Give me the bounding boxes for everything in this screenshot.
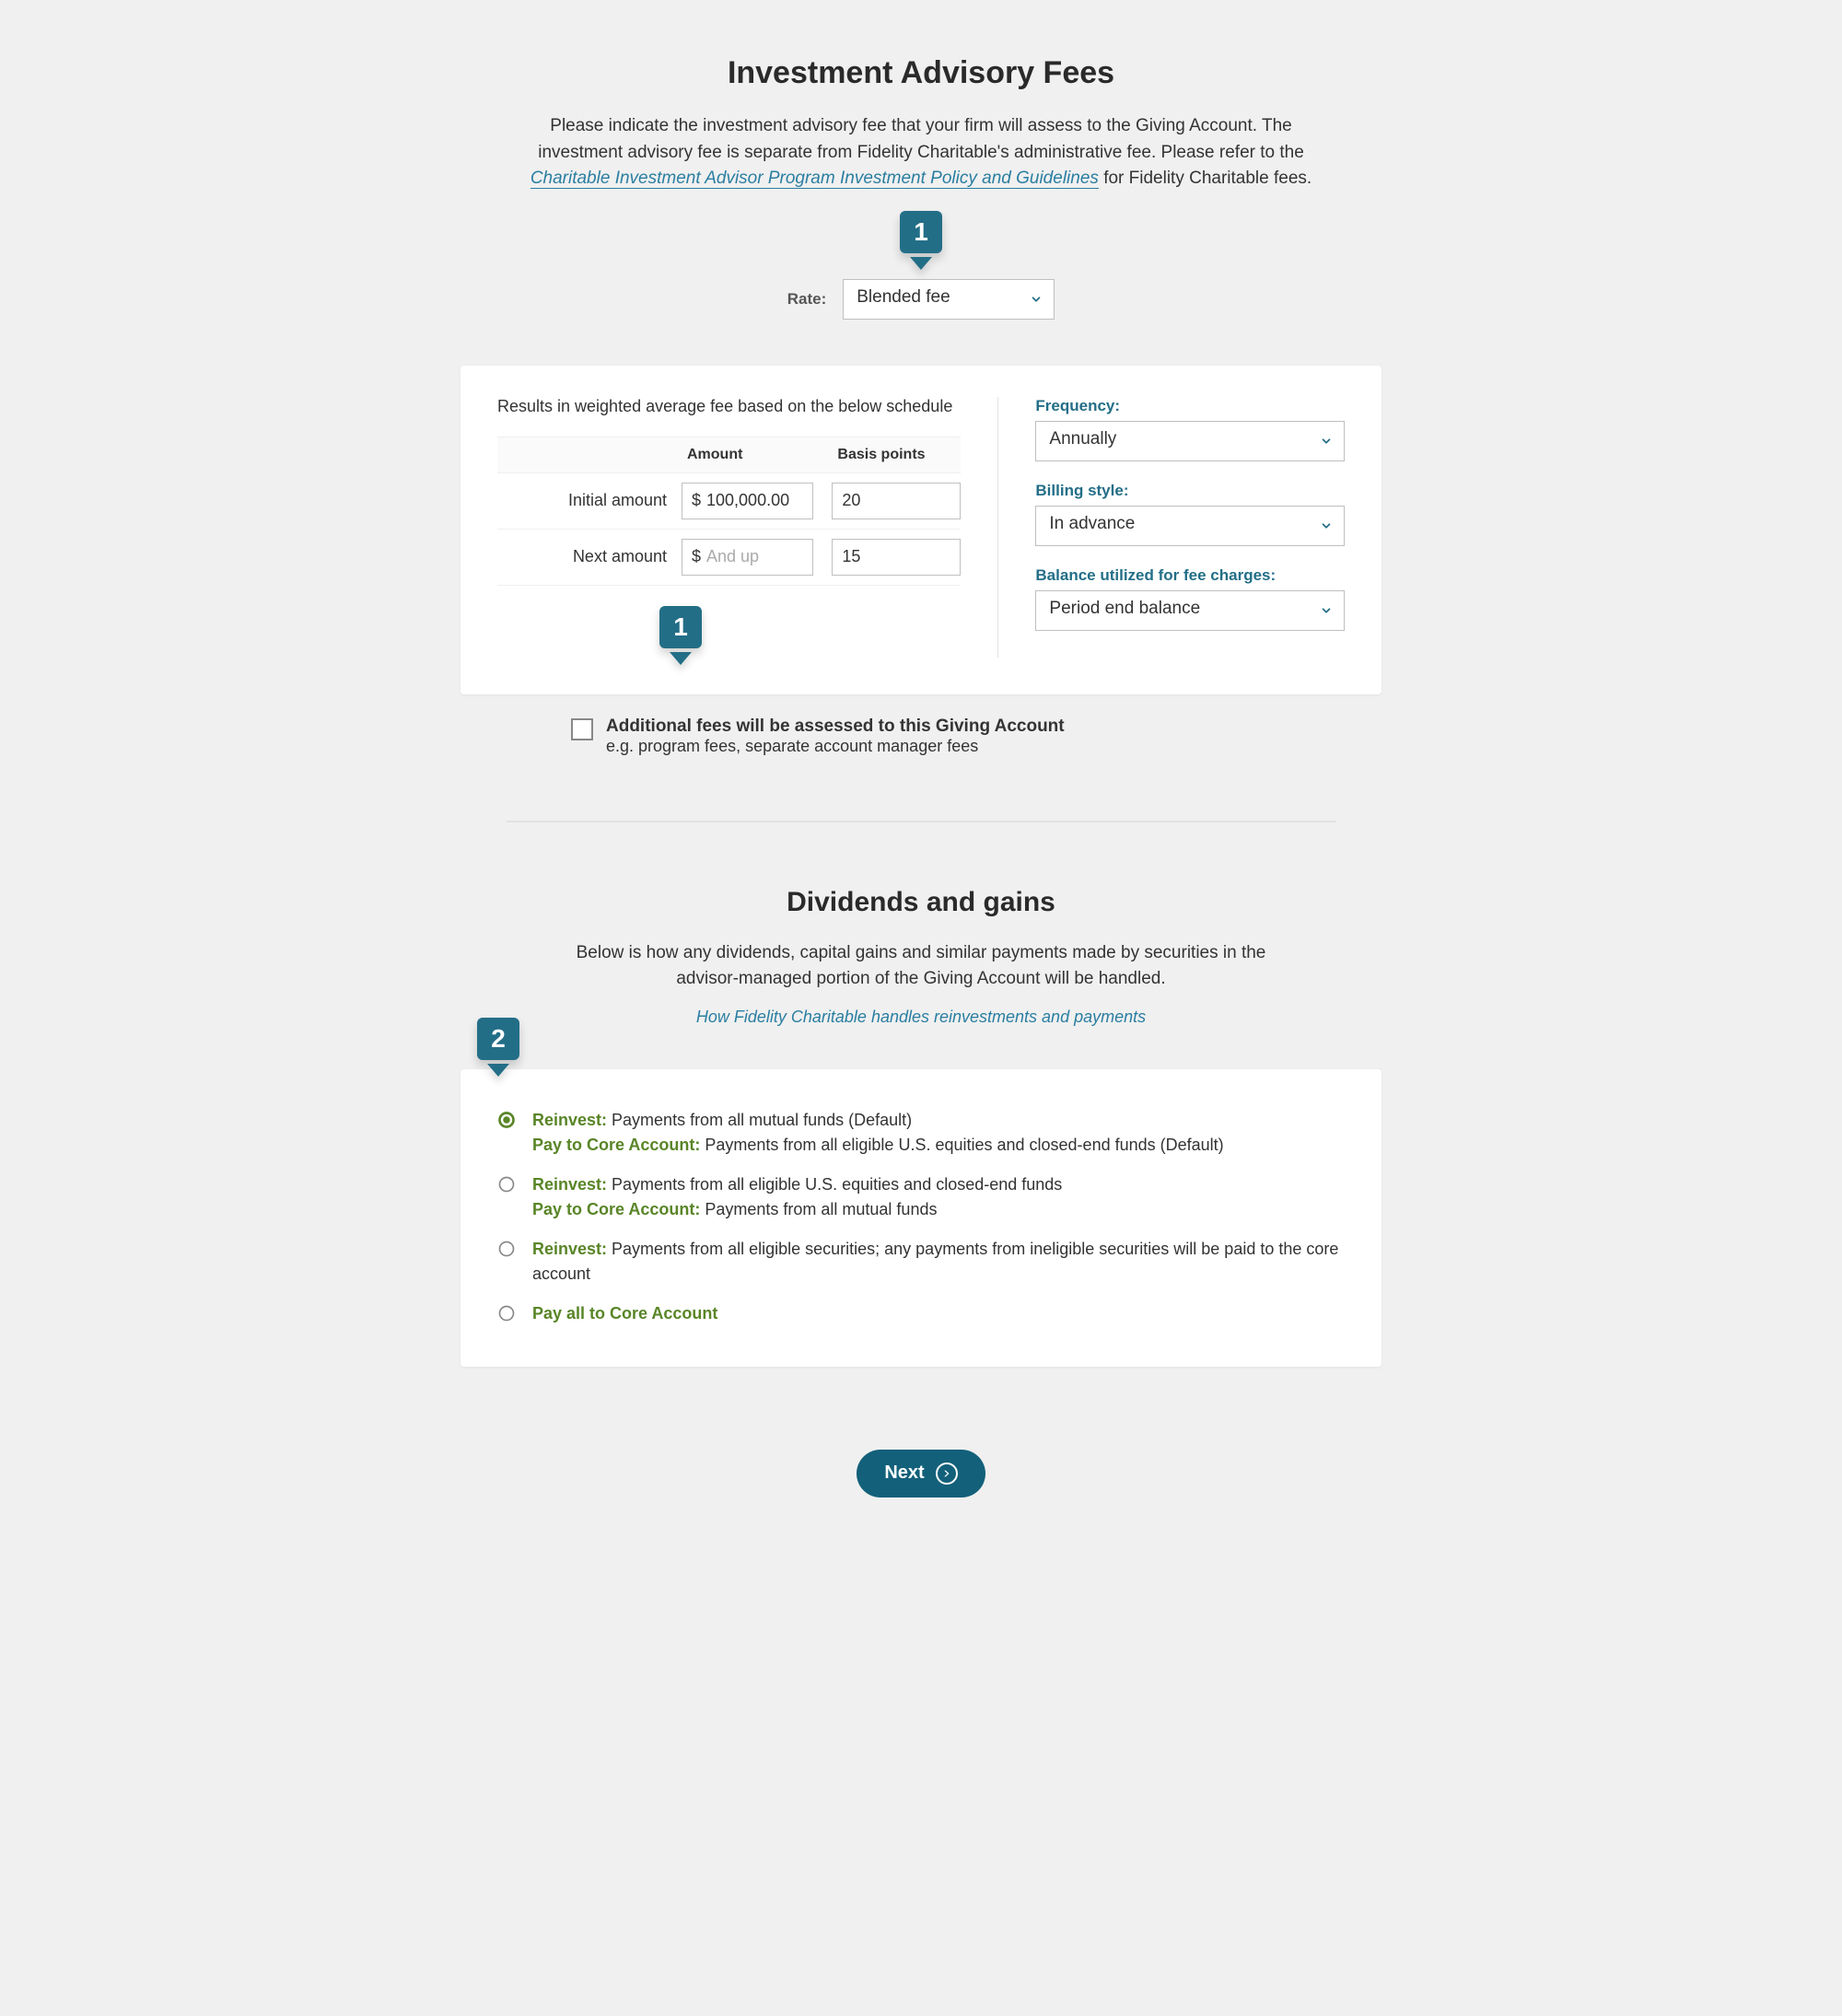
arrow-right-icon: [936, 1462, 958, 1485]
dollar-icon: $: [692, 491, 701, 510]
radio-button[interactable]: [497, 1304, 516, 1323]
additional-fees-title: Additional fees will be assessed to this…: [606, 717, 1065, 736]
chevron-down-icon: [1030, 293, 1043, 306]
next-amount-value[interactable]: [705, 540, 803, 575]
next-bp-input[interactable]: [832, 539, 961, 576]
next-button-label: Next: [884, 1462, 924, 1484]
schedule-row-label: Next amount: [497, 547, 682, 566]
chevron-down-icon: [1320, 435, 1333, 448]
dividend-option-tail: Payments from all eligible U.S. equities…: [700, 1136, 1223, 1154]
initial-amount-value[interactable]: [705, 484, 803, 519]
chevron-down-icon: [1320, 519, 1333, 532]
callout-marker-2: 2: [477, 1018, 519, 1069]
chevron-down-icon: [1320, 604, 1333, 617]
dividend-option[interactable]: Reinvest: Payments from all mutual funds…: [497, 1101, 1345, 1165]
frequency-select-value: Annually: [1049, 429, 1116, 449]
rate-label: Rate:: [787, 290, 827, 309]
page-title: Investment Advisory Fees: [460, 55, 1382, 91]
dividends-card: 2 Reinvest: Payments from all mutual fun…: [460, 1069, 1382, 1367]
next-amount-input[interactable]: $: [682, 539, 813, 576]
dividend-option[interactable]: Pay all to Core Account: [497, 1294, 1345, 1334]
balance-label: Balance utilized for fee charges:: [1035, 566, 1345, 585]
dividend-option[interactable]: Reinvest: Payments from all eligible U.S…: [497, 1165, 1345, 1229]
dividend-option-tail: Payments from all eligible U.S. equities…: [607, 1175, 1062, 1194]
dividend-option-text: Reinvest: Payments from all eligible U.S…: [532, 1172, 1062, 1222]
fees-intro-post: for Fidelity Charitable fees.: [1103, 169, 1312, 188]
dividend-option-tail: Payments from all mutual funds (Default): [607, 1111, 912, 1129]
dividend-option-key: Pay to Core Account:: [532, 1136, 700, 1154]
schedule-row: Initial amount $: [497, 473, 961, 530]
schedule-header-amount: Amount: [682, 447, 832, 463]
billing-style-select-value: In advance: [1049, 514, 1135, 533]
schedule-description: Results in weighted average fee based on…: [497, 397, 961, 416]
fees-card: Results in weighted average fee based on…: [460, 366, 1382, 694]
balance-select[interactable]: Period end balance: [1035, 590, 1345, 631]
dividend-option-text: Reinvest: Payments from all eligible sec…: [532, 1237, 1345, 1287]
schedule-row: Next amount $: [497, 530, 961, 586]
dollar-icon: $: [692, 547, 701, 566]
dividend-option[interactable]: Reinvest: Payments from all eligible sec…: [497, 1229, 1345, 1294]
frequency-select[interactable]: Annually: [1035, 421, 1345, 461]
dividend-option-key: Reinvest:: [532, 1240, 607, 1258]
dividend-option-tail: Payments from all mutual funds: [700, 1200, 937, 1218]
radio-button[interactable]: [497, 1175, 516, 1194]
balance-select-value: Period end balance: [1049, 599, 1200, 618]
rate-select-value: Blended fee: [857, 287, 950, 307]
policy-link[interactable]: Charitable Investment Advisor Program In…: [530, 169, 1099, 189]
callout-marker-1-top: 1: [900, 211, 942, 262]
dividends-intro: Below is how any dividends, capital gain…: [571, 940, 1271, 993]
additional-fees-checkbox[interactable]: [571, 718, 593, 740]
dividend-option-text: Reinvest: Payments from all mutual funds…: [532, 1108, 1224, 1158]
radio-button[interactable]: [497, 1111, 516, 1129]
schedule-header-bp: Basis points: [832, 447, 961, 463]
rate-select[interactable]: Blended fee: [843, 279, 1055, 320]
frequency-label: Frequency:: [1035, 397, 1345, 415]
initial-amount-input[interactable]: $: [682, 483, 813, 519]
billing-style-label: Billing style:: [1035, 482, 1345, 500]
dividend-option-key: Pay all to Core Account: [532, 1304, 717, 1323]
initial-bp-input[interactable]: [832, 483, 961, 519]
dividends-title: Dividends and gains: [460, 887, 1382, 918]
billing-style-select[interactable]: In advance: [1035, 506, 1345, 546]
dividends-link[interactable]: How Fidelity Charitable handles reinvest…: [696, 1008, 1146, 1026]
next-button[interactable]: Next: [857, 1450, 985, 1497]
section-divider: [507, 821, 1335, 822]
callout-marker-1-bottom: 1: [659, 606, 702, 658]
dividend-option-key: Reinvest:: [532, 1175, 607, 1194]
fees-intro-pre: Please indicate the investment advisory …: [538, 116, 1304, 162]
dividend-option-text: Pay all to Core Account: [532, 1301, 717, 1326]
additional-fees-sub: e.g. program fees, separate account mana…: [606, 737, 978, 755]
radio-button[interactable]: [497, 1240, 516, 1258]
schedule-row-label: Initial amount: [497, 491, 682, 510]
dividend-option-key: Pay to Core Account:: [532, 1200, 700, 1218]
dividend-option-key: Reinvest:: [532, 1111, 607, 1129]
additional-fees-row[interactable]: Additional fees will be assessed to this…: [571, 717, 1271, 756]
dividend-option-tail: Payments from all eligible securities; a…: [532, 1240, 1338, 1283]
fees-intro: Please indicate the investment advisory …: [530, 113, 1312, 192]
schedule-header: Amount Basis points: [497, 437, 961, 473]
